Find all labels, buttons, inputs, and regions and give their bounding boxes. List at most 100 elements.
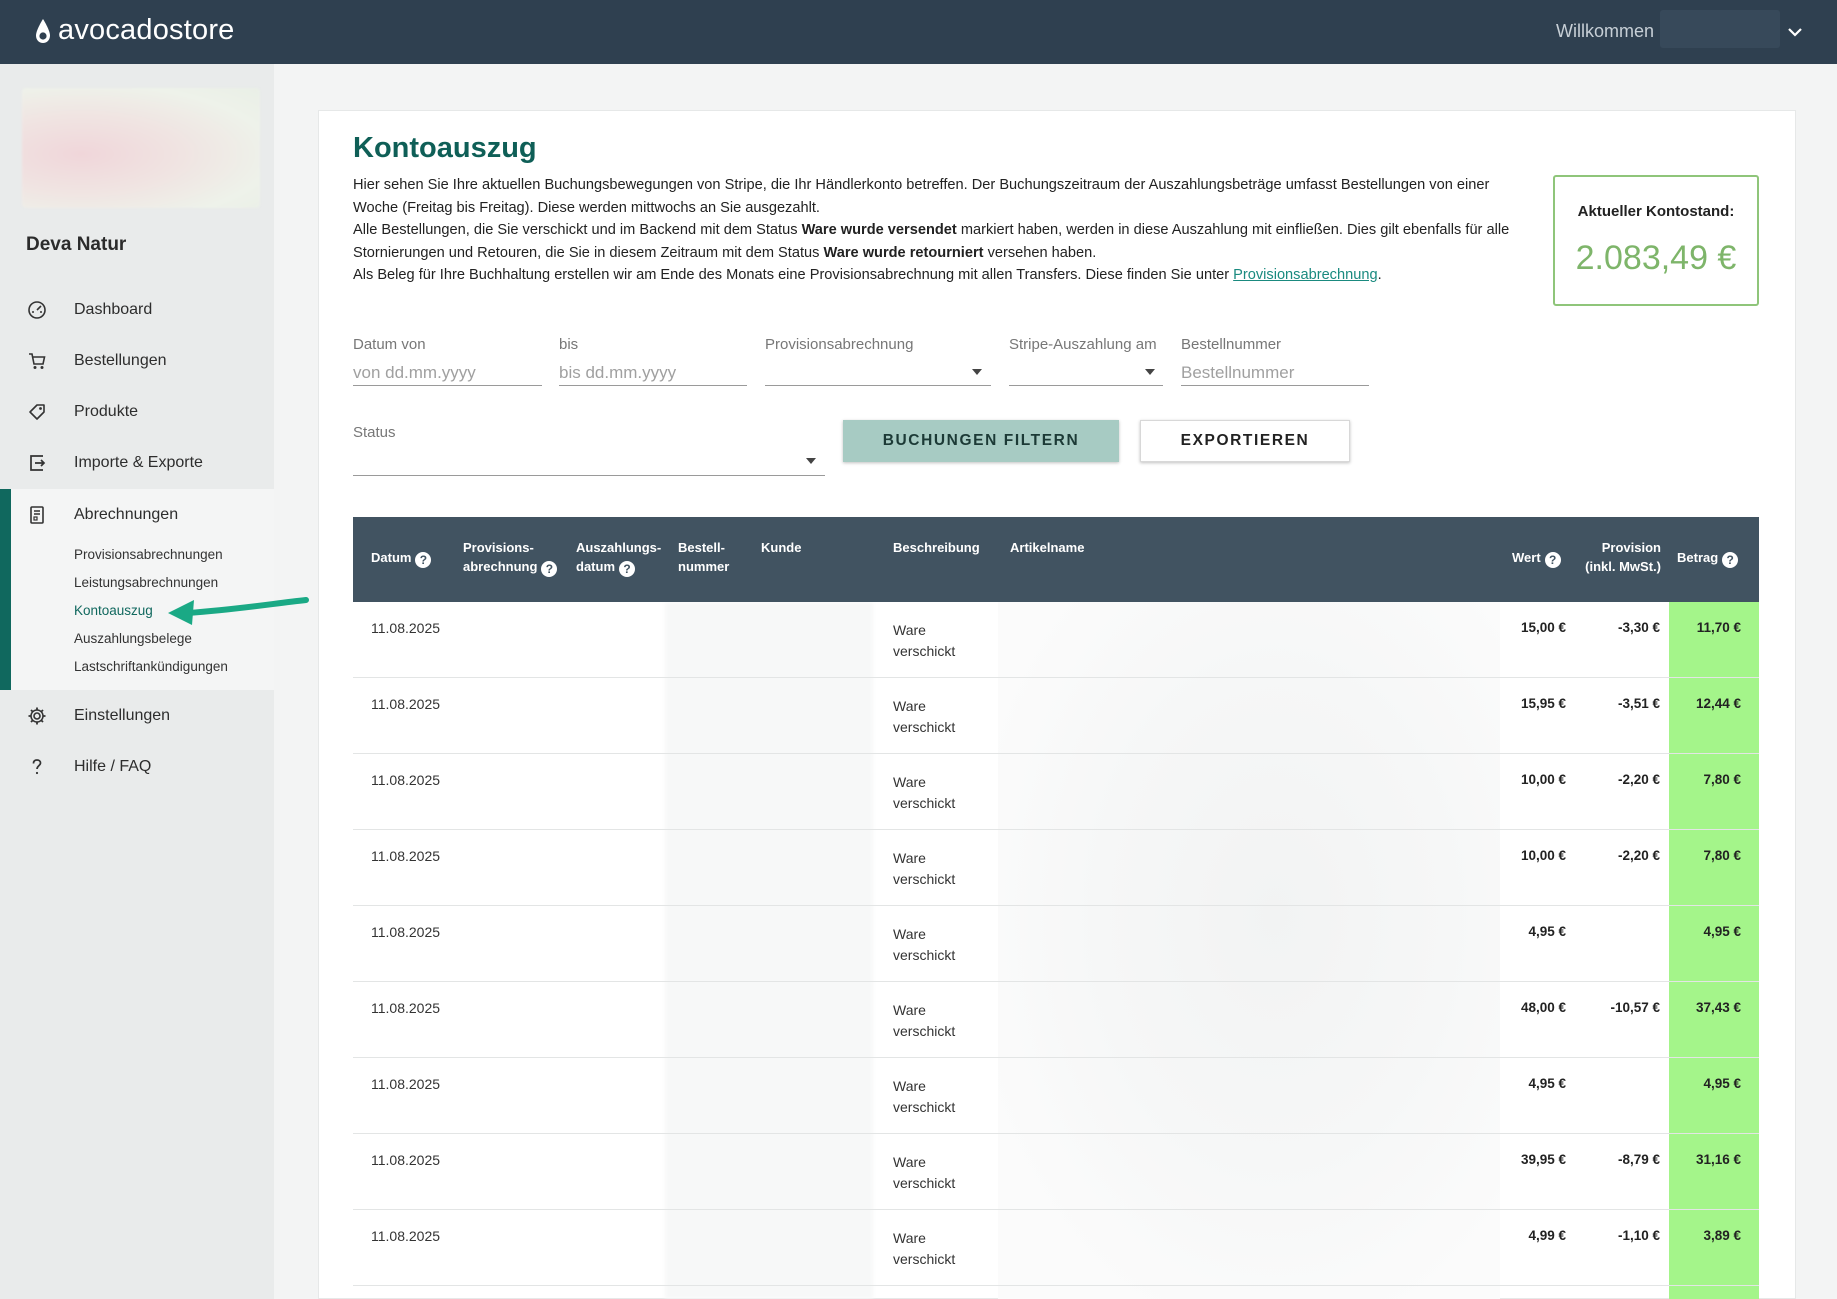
col-artikelname: Artikelname [1010, 540, 1085, 555]
provisionsabrechnung-link[interactable]: Provisionsabrechnung [1233, 267, 1377, 283]
cell-betrag: 7,80 € [1703, 848, 1741, 863]
receipt-icon [26, 504, 48, 526]
table-body: 11.08.2025 Ware verschickt 15,00 € -3,30 € 11… [353, 602, 1759, 1299]
commission-select-field: Provisionsabrechnung [765, 336, 991, 388]
help-icon[interactable]: ? [415, 552, 432, 568]
cell-datum: 11.08.2025 [371, 848, 441, 864]
cell-datum: 11.08.2025 [371, 1228, 441, 1244]
cell-beschreibung: Ware verschickt [893, 1002, 956, 1039]
sidebar-item-produkte[interactable]: Produkte [0, 390, 274, 434]
cell-datum: 11.08.2025 [371, 696, 441, 712]
page-title: Kontoauszug [353, 132, 537, 164]
filter-bookings-button[interactable]: BUCHUNGEN FILTERN [843, 420, 1119, 462]
sidebar-subitem-provisionsabrechnungen[interactable]: Provisionsabrechnungen [74, 547, 223, 562]
shop-image [22, 88, 260, 208]
cell-beschreibung: Ware verschickt [893, 774, 956, 811]
sidebar-item-abrechnungen[interactable]: Abrechnungen [0, 493, 274, 537]
cell-datum: 11.08.2025 [371, 1000, 441, 1016]
cell-wert: 15,00 € [1520, 620, 1566, 635]
table-row[interactable]: 11.08.2025 Ware verschickt 4,99 € -1,10 € 3,8… [353, 1210, 1759, 1286]
top-bar: avocadostore Willkommen [0, 0, 1837, 64]
cell-betrag: 7,80 € [1703, 772, 1741, 787]
cell-beschreibung: Ware verschickt [893, 698, 956, 735]
table-row[interactable]: 11.08.2025 Ware verschickt 4,95 € 4,95 € [353, 1058, 1759, 1134]
status-select[interactable] [353, 446, 825, 476]
table-row[interactable]: 11.08.2025 Ware verschickt 15,95 € -3,51 € 12… [353, 678, 1759, 754]
table-row[interactable]: 11.08.2025 Ware verschickt 4,95 € 4,95 € [353, 906, 1759, 982]
commission-select[interactable] [765, 360, 991, 386]
question-icon [26, 756, 48, 778]
logo[interactable]: avocadostore [34, 14, 235, 47]
col-bestellnummer: Bestell-nummer [678, 540, 730, 574]
table-row[interactable]: 11.08.2025 Ware verschickt 39,95 € -8,79 € 31… [353, 1134, 1759, 1210]
cell-wert: 4,99 € [1528, 1228, 1566, 1243]
cell-betrag: 11,70 € [1696, 620, 1741, 635]
cell-betrag: 31,16 € [1695, 1152, 1741, 1167]
col-provision-inkl: Provision (inkl. MwSt.) [1585, 540, 1661, 574]
annotation-arrow-icon [168, 597, 309, 625]
sidebar-item-dashboard[interactable]: Dashboard [0, 288, 274, 332]
caret-down-icon [1145, 369, 1155, 375]
help-icon[interactable]: ? [1544, 552, 1561, 568]
help-icon[interactable]: ? [541, 561, 558, 577]
sidebar-item-hilfe-faq[interactable]: Hilfe / FAQ [0, 745, 274, 789]
cell-wert: 15,95 € [1520, 696, 1566, 711]
col-wert: Wert? [1512, 548, 1561, 568]
cell-betrag: 3,89 € [1703, 1228, 1741, 1243]
speedometer-icon [26, 299, 48, 321]
cell-beschreibung: Ware verschickt [893, 1230, 956, 1267]
sidebar-item-importe-exporte[interactable]: Importe & Exporte [0, 441, 274, 485]
table-row[interactable]: 11.08.2025 Ware verschickt 10,00 € -2,20 € 7,… [353, 754, 1759, 830]
cell-beschreibung: Ware verschickt [893, 926, 956, 963]
sidebar-subitem-auszahlungsbelege[interactable]: Auszahlungsbelege [74, 631, 192, 646]
col-datum: Datum? [371, 548, 432, 568]
user-name [1660, 10, 1780, 48]
sidebar-subitem-lastschriftankuendigungen[interactable]: Lastschriftankündigungen [74, 659, 228, 674]
status-select-field: Status [353, 424, 825, 476]
help-icon[interactable]: ? [1722, 552, 1739, 568]
welcome-text: Willkommen [1556, 21, 1655, 41]
logo-text: avocadostore [58, 14, 235, 46]
date-to-field: bis [559, 336, 747, 388]
col-beschreibung: Beschreibung [893, 540, 980, 555]
cell-provision: -2,20 € [1617, 848, 1660, 863]
cell-wert: 10,00 € [1520, 772, 1566, 787]
col-auszahlungsdatum: Auszahlungs-datum? [576, 540, 662, 577]
chevron-down-icon[interactable] [1785, 22, 1805, 42]
cell-provision: -1,10 € [1617, 1228, 1660, 1243]
cell-betrag: 4,95 € [1703, 1076, 1741, 1091]
table-row[interactable]: 11.08.2025 Ware verschickt 10,00 € -2,20 € 7,… [353, 830, 1759, 906]
cell-wert: 48,00 € [1520, 1000, 1566, 1015]
help-icon[interactable]: ? [619, 561, 635, 577]
date-to-input[interactable] [559, 360, 747, 386]
table-row[interactable]: 11.08.2025 Ware verschickt 48,00 € -10,57 € 3… [353, 982, 1759, 1058]
cell-datum: 11.08.2025 [371, 924, 441, 940]
payout-select-field: Stripe-Auszahlung am [1009, 336, 1163, 388]
sidebar-subitem-kontoauszug[interactable]: Kontoauszug [74, 603, 153, 618]
cell-beschreibung: Ware verschickt [893, 1078, 956, 1115]
payout-select[interactable] [1009, 360, 1163, 386]
avocado-icon [36, 18, 50, 43]
caret-down-icon [972, 369, 982, 375]
cell-provision: -2,20 € [1617, 772, 1660, 787]
cell-wert: 4,95 € [1528, 924, 1566, 939]
sidebar: Deva Natur Dashboard Bestellungen Produk… [0, 64, 274, 1299]
balance-value: 2.083,49 € [1575, 239, 1737, 277]
caret-down-icon [806, 458, 816, 464]
balance-label: Aktueller Kontostand: [1577, 203, 1735, 220]
sidebar-item-bestellungen[interactable]: Bestellungen [0, 339, 274, 383]
date-from-input[interactable] [353, 360, 542, 386]
cell-datum: 11.08.2025 [371, 620, 441, 636]
cell-provision: -8,79 € [1617, 1152, 1660, 1167]
col-provisionsabrechnung: Provisions-abrechnung? [463, 538, 558, 577]
table-row[interactable]: 11.08.2025 Ware verschickt 15,00 € -3,30 € 11… [353, 602, 1759, 678]
col-kunde: Kunde [761, 540, 802, 555]
export-button[interactable]: EXPORTIEREN [1140, 420, 1350, 462]
order-number-input[interactable] [1181, 360, 1369, 386]
cell-beschreibung: Ware verschickt [893, 1154, 956, 1191]
sidebar-item-einstellungen[interactable]: Einstellungen [0, 694, 274, 738]
cell-beschreibung: Ware verschickt [893, 622, 956, 659]
col-betrag: Betrag? [1677, 548, 1739, 568]
cell-betrag: 4,95 € [1703, 924, 1741, 939]
import-export-icon [26, 452, 48, 474]
